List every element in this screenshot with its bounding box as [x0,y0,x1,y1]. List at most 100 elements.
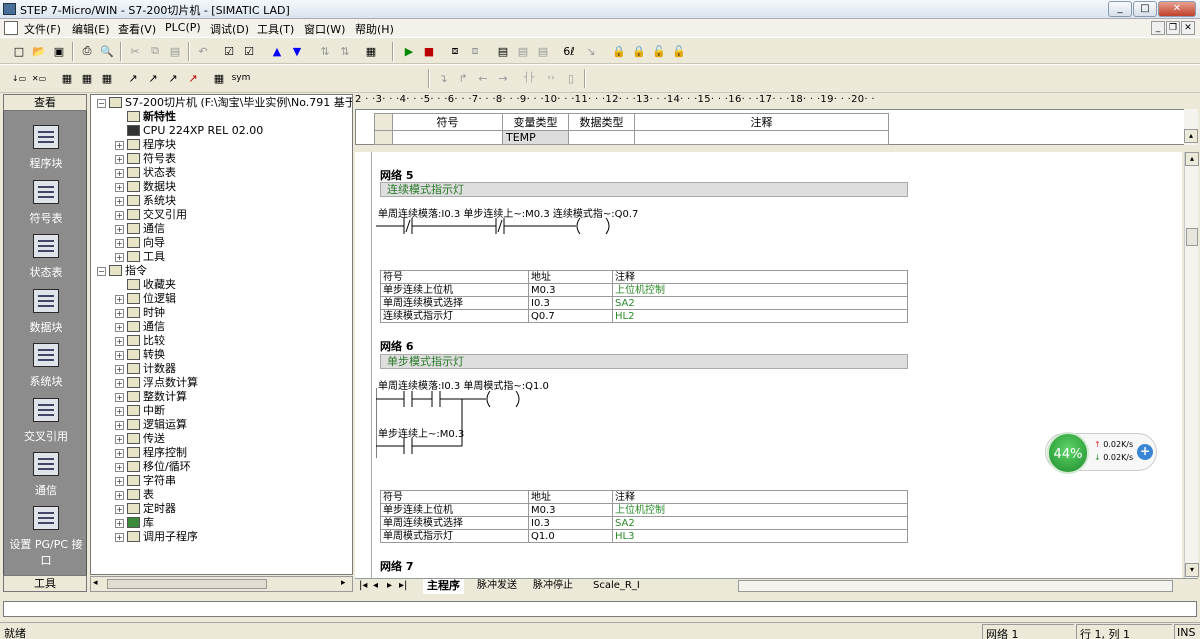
network-comment-icon[interactable]: ▦ [78,69,96,87]
tree-expand-toggle[interactable]: + [115,435,124,444]
tab-main[interactable]: 主程序 [423,579,464,594]
nav-system-block[interactable]: 系统块 [4,343,88,389]
tree-item[interactable]: CPU 224XP REL 02.00 [127,124,263,138]
force-icon[interactable]: 6ℓ [560,42,578,60]
compile-icon[interactable]: ☑ [220,42,238,60]
nav-header-view[interactable]: 查看 [3,94,87,111]
tab-scale-r-i[interactable]: Scale_R_I [589,579,644,594]
minimize-button[interactable]: _ [1108,1,1132,17]
menu-tools[interactable]: 工具(T) [257,21,294,37]
box-icon[interactable]: ▯ [562,69,580,87]
delete-network-icon[interactable]: ✕▭ [30,69,48,87]
network-comment[interactable]: 连续模式指示灯 [380,182,908,197]
menu-debug[interactable]: 调试(D) [210,21,249,37]
editor-horizontal-scrollbar[interactable] [738,580,1173,592]
comment-cell[interactable] [634,130,889,145]
line-right-icon[interactable]: → [494,69,512,87]
data-type-cell[interactable] [568,130,635,145]
tree-expand-toggle[interactable]: + [115,477,124,486]
status-chart-icon[interactable]: ▤ [494,42,512,60]
tree-item[interactable]: 时钟 [127,306,165,320]
cut-icon[interactable]: ✂ [126,42,144,60]
tree-expand-toggle[interactable]: + [115,197,124,206]
menu-file[interactable]: 文件(F) [24,21,61,37]
tree-collapse-toggle[interactable]: − [97,99,106,108]
tree-item[interactable]: 中断 [127,404,165,418]
tab-pulse-send[interactable]: 脉冲发送 [473,579,521,594]
tree-expand-toggle[interactable]: + [115,421,124,430]
chart-pause-icon[interactable]: ▤ [514,42,532,60]
stop-icon[interactable]: ■ [420,42,438,60]
scroll-down-icon[interactable]: ▾ [1185,563,1199,577]
compile-all-icon[interactable]: ☑ [240,42,258,60]
nav-communications[interactable]: 通信 [4,452,88,498]
paste-icon[interactable]: ▤ [166,42,184,60]
tree-item[interactable]: 工具 [127,250,165,264]
mdi-close-button[interactable]: ✕ [1181,21,1195,35]
pause-status-icon[interactable]: ⧈ [466,42,484,60]
tree-item[interactable]: 整数计算 [127,390,187,404]
nav-cross-reference[interactable]: 交叉引用 [4,398,88,444]
tree-expand-toggle[interactable]: + [115,393,124,402]
new-icon[interactable]: □ [10,42,28,60]
options-icon[interactable]: ▦ [362,42,380,60]
tab-prev-icon[interactable]: ◂ [373,579,378,594]
sort-asc-icon[interactable]: ⇅ [316,42,334,60]
tree-expand-toggle[interactable]: + [115,505,124,514]
ladder-rung-6[interactable] [376,388,576,458]
tree-expand-toggle[interactable]: + [115,295,124,304]
tree-expand-toggle[interactable]: + [115,253,124,262]
tab-next-icon[interactable]: ▸ [387,579,392,594]
open-icon[interactable]: 📂 [30,42,48,60]
sym-toggle-icon[interactable]: sym [232,69,251,87]
tree-item[interactable]: 新特性 [127,110,176,124]
line-down-icon[interactable]: ↴ [434,69,452,87]
tree-horizontal-scrollbar[interactable]: ◂ ▸ [90,576,353,592]
tree-item[interactable]: 指令 [109,264,147,278]
tree-item[interactable]: 数据块 [127,180,176,194]
lock-icon[interactable]: 🔒 [610,42,628,60]
program-status-icon[interactable]: ⧈ [446,42,464,60]
menu-edit[interactable]: 编辑(E) [72,21,110,37]
doc-icon[interactable] [4,21,18,35]
print-preview-icon[interactable]: 🔍 [98,42,116,60]
upload-icon[interactable]: ▲ [268,42,286,60]
tab-pulse-stop[interactable]: 脉冲停止 [529,579,577,594]
menu-help[interactable]: 帮助(H) [355,21,394,37]
tree-expand-toggle[interactable]: + [115,309,124,318]
menu-plc[interactable]: PLC(P) [165,21,201,34]
remove-bookmarks-icon[interactable]: ↗ [184,69,202,87]
maximize-button[interactable]: □ [1133,1,1157,17]
tree-expand-toggle[interactable]: + [115,239,124,248]
nav-data-block[interactable]: 数据块 [4,289,88,335]
tree-expand-toggle[interactable]: + [115,211,124,220]
mdi-minimize-button[interactable]: _ [1151,21,1165,35]
tree-item[interactable]: 通信 [127,222,165,236]
tree-item[interactable]: 程序控制 [127,446,187,460]
tree-expand-toggle[interactable]: + [115,183,124,192]
editor-vertical-scrollbar[interactable]: ▴ ▾ [1184,152,1199,578]
plus-icon[interactable]: + [1137,444,1153,460]
tree-item[interactable]: 交叉引用 [127,208,187,222]
print-icon[interactable]: ⎙ [78,42,96,60]
tree-project-root[interactable]: S7-200切片机 (F:\淘宝\毕业实例\No.791 基于S7- [109,96,352,110]
tree-item[interactable]: 调用子程序 [127,530,198,544]
unforce-icon[interactable]: 🔒 [630,42,648,60]
single-read-icon[interactable]: ▤ [534,42,552,60]
tree-item[interactable]: 符号表 [127,152,176,166]
scroll-right-icon[interactable]: ▸ [341,578,346,588]
tree-item[interactable]: 浮点数计算 [127,376,198,390]
mdi-restore-button[interactable]: ❐ [1166,21,1180,35]
symbol-info-icon[interactable]: ▦ [98,69,116,87]
nav-status-chart[interactable]: 状态表 [4,234,88,280]
line-up-icon[interactable]: ↱ [454,69,472,87]
tab-first-icon[interactable]: |◂ [359,579,367,594]
tree-item[interactable]: 位逻辑 [127,292,176,306]
tree-expand-toggle[interactable]: + [115,225,124,234]
scroll-left-icon[interactable]: ◂ [93,578,98,588]
save-icon[interactable]: ▣ [50,42,68,60]
tree-expand-toggle[interactable]: + [115,533,124,542]
trend-icon[interactable]: ↘ [582,42,600,60]
tree-item[interactable]: 表 [127,488,154,502]
ladder-editor[interactable]: 网络 5 连续模式指示灯 单周连续模落:I0.3 单步连续上~:M0.3 连续模… [372,152,1182,578]
